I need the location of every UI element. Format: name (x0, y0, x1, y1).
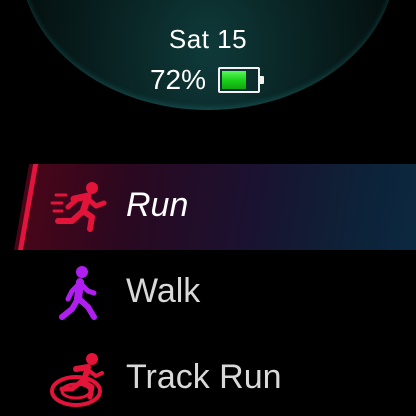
menu-item-track-run[interactable]: Track Run (0, 336, 416, 416)
menu-item-label: Track Run (126, 358, 282, 396)
menu-item-walk[interactable]: Walk (0, 250, 416, 336)
track-run-icon (50, 353, 104, 407)
battery-icon (218, 67, 265, 93)
battery-status: 72% (0, 64, 416, 96)
menu-item-run[interactable]: Run (0, 164, 416, 250)
watch-screen: Sat 15 72% Run Walk Track Run (0, 0, 416, 416)
walking-icon (59, 266, 97, 320)
date-label: Sat 15 (168, 24, 248, 54)
battery-percent: 72% (149, 64, 207, 95)
running-icon (50, 182, 107, 232)
menu-item-label: Walk (126, 272, 201, 310)
battery-fill (222, 71, 247, 89)
menu-item-label: Run (126, 186, 189, 224)
